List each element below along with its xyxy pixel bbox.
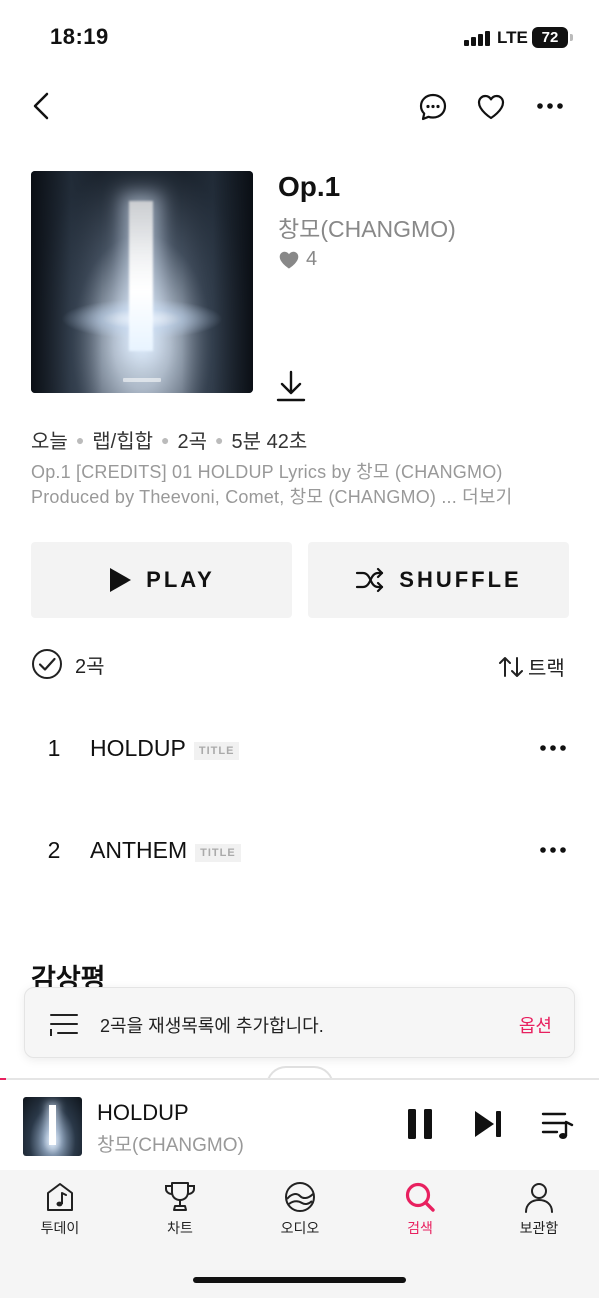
album-artist[interactable]: 창모(CHANGMO) xyxy=(278,210,456,244)
play-button[interactable]: PLAY xyxy=(31,542,292,618)
status-time: 18:19 xyxy=(50,24,109,49)
play-icon xyxy=(110,568,132,592)
tab-library[interactable]: 보관함 xyxy=(489,1180,589,1238)
search-icon xyxy=(405,1182,435,1212)
playlist-icon xyxy=(541,1112,574,1139)
tab-audio-label: 오디오 xyxy=(280,1220,320,1236)
pause-button[interactable] xyxy=(402,1104,438,1144)
chevron-left-icon xyxy=(33,92,49,120)
chat-bubble-icon xyxy=(419,93,447,121)
track-number: 2 xyxy=(47,836,61,863)
play-label: PLAY xyxy=(146,567,215,592)
track-title: HOLDUP TITLE xyxy=(90,734,240,762)
shuffle-icon xyxy=(356,567,384,593)
album-description-text: Op.1 [CREDITS] 01 HOLDUP Lyrics by 창모 (C… xyxy=(31,462,503,507)
track-row[interactable]: 1 HOLDUP TITLE xyxy=(0,718,599,778)
playlist-toast: 2곡을 재생목록에 추가합니다. 옵션 xyxy=(24,987,575,1058)
tab-today-label: 투데이 xyxy=(40,1220,80,1236)
title-badge: TITLE xyxy=(193,741,240,760)
more-horizontal-icon xyxy=(537,103,563,109)
title-badge: TITLE xyxy=(195,843,241,862)
track-number: 1 xyxy=(47,734,61,761)
audio-icon xyxy=(285,1182,315,1212)
more-horizontal-icon xyxy=(540,847,566,853)
shuffle-label: SHUFFLE xyxy=(399,567,522,592)
network-label: LTE xyxy=(497,28,528,47)
person-icon xyxy=(525,1183,553,1213)
sort-button[interactable]: 트랙 xyxy=(498,652,565,681)
duration: 5분 42초 xyxy=(231,431,308,453)
track-count: 2곡 xyxy=(177,431,208,453)
track-row[interactable]: 2 ANTHEM TITLE xyxy=(0,820,599,880)
mini-player-title: HOLDUP xyxy=(97,1100,189,1125)
tab-audio[interactable]: 오디오 xyxy=(250,1180,350,1238)
download-button[interactable] xyxy=(274,368,308,404)
toast-message: 2곡을 재생목록에 추가합니다. xyxy=(100,1016,324,1036)
download-icon xyxy=(276,370,306,402)
back-button[interactable] xyxy=(24,88,58,124)
playlist-add-icon xyxy=(50,1014,78,1036)
like-count: 4 xyxy=(278,248,317,271)
like-count-value: 4 xyxy=(306,248,318,270)
mini-player-artist: 창모(CHANGMO) xyxy=(97,1135,244,1156)
trophy-icon xyxy=(165,1182,195,1211)
read-more-link[interactable]: ... 더보기 xyxy=(441,487,512,507)
sort-label: 트랙 xyxy=(528,658,565,680)
signal-icon xyxy=(464,30,490,46)
mini-player-cover[interactable] xyxy=(23,1097,82,1156)
separator-dot: ● xyxy=(75,431,85,448)
album-title: Op.1 xyxy=(278,171,341,202)
home-indicator xyxy=(193,1277,406,1283)
selected-count: 2곡 xyxy=(75,655,105,678)
select-all-button[interactable]: 2곡 xyxy=(31,648,105,680)
sort-icon xyxy=(499,656,523,677)
more-options-button[interactable] xyxy=(533,94,567,118)
toast-option-button[interactable]: 옵션 xyxy=(519,1012,552,1038)
heart-filled-icon xyxy=(279,251,299,269)
tab-today[interactable]: 투데이 xyxy=(10,1180,110,1238)
separator-dot: ● xyxy=(215,431,224,448)
music-note-icon xyxy=(47,1183,73,1211)
track-more-button[interactable] xyxy=(539,739,567,757)
tab-search-label: 검색 xyxy=(407,1220,433,1236)
tab-library-label: 보관함 xyxy=(519,1220,559,1236)
separator-dot: ● xyxy=(161,431,170,448)
album-description[interactable]: Op.1 [CREDITS] 01 HOLDUP Lyrics by 창모 (C… xyxy=(31,460,571,510)
comment-button[interactable] xyxy=(416,90,450,124)
track-title-text: HOLDUP xyxy=(90,734,186,761)
shuffle-button[interactable]: SHUFFLE xyxy=(308,542,569,618)
mini-player[interactable]: HOLDUP 창모(CHANGMO) xyxy=(0,1080,599,1170)
pause-icon xyxy=(408,1109,432,1139)
tab-chart[interactable]: 차트 xyxy=(130,1180,230,1238)
more-horizontal-icon xyxy=(540,745,566,751)
track-more-button[interactable] xyxy=(539,841,567,859)
track-title: ANTHEM TITLE xyxy=(90,837,241,864)
track-title-text: ANTHEM xyxy=(90,836,188,863)
like-button[interactable] xyxy=(474,90,508,124)
battery-icon: 72 xyxy=(532,27,573,48)
tab-chart-label: 차트 xyxy=(167,1220,193,1236)
next-button[interactable] xyxy=(470,1104,506,1144)
release-date: 오늘 xyxy=(31,431,68,453)
skip-next-icon xyxy=(475,1111,501,1137)
genre: 랩/힙합 xyxy=(92,431,154,453)
tab-search[interactable]: 검색 xyxy=(370,1180,470,1238)
check-circle-icon xyxy=(32,649,62,679)
album-meta: 오늘 ● 랩/힙합 ● 2곡 ● 5분 42초 xyxy=(31,425,307,454)
heart-outline-icon xyxy=(477,94,505,120)
playlist-button[interactable] xyxy=(540,1106,576,1144)
album-cover[interactable] xyxy=(31,171,253,393)
